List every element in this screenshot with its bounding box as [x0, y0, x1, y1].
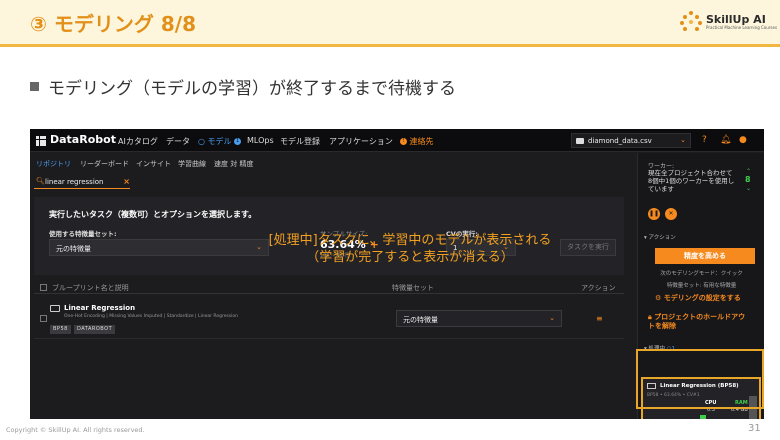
- row-featureset-select[interactable]: 元の特徴量 ⌄: [396, 310, 562, 327]
- models-badge: 1: [234, 138, 242, 145]
- unlock-holdout-link[interactable]: 🔒︎ プロジェクトのホールドアウ トを解除: [648, 313, 745, 331]
- cpu-spark-block: [700, 415, 706, 419]
- model-name: Linear Regression: [64, 304, 136, 312]
- dataset-name: diamond_data.csv: [588, 137, 652, 145]
- actions-label: ▾ アクション: [644, 235, 676, 241]
- model-description: One-Hot Encoding | Missing Values Impute…: [64, 314, 239, 319]
- stop-icon[interactable]: ✕: [665, 208, 677, 220]
- configure-modeling-link[interactable]: ⚙ モデリングの設定をする: [655, 294, 741, 303]
- subnav-leaderboard[interactable]: リーダーボード: [80, 159, 129, 169]
- annotation: [処理中]タスクに、学習中のモデルが表示される （学習が完了すると表示が消える）: [220, 232, 600, 266]
- processing-highlight-box: [636, 349, 764, 409]
- top-navigation: DataRobot AIカタログ データ ○ モデル 1 MLOps モデル登録…: [30, 129, 764, 152]
- nav-mlops[interactable]: MLOps: [247, 136, 274, 145]
- nav-model-registry[interactable]: モデル登録: [280, 136, 320, 147]
- blueprint-icon: [50, 305, 60, 312]
- lock-icon: 🔒︎: [648, 313, 652, 321]
- subnav-repository[interactable]: リポジトリ: [36, 159, 71, 169]
- col-blueprint: ブループリント名と説明: [52, 284, 129, 292]
- chevron-down-icon: ⌄: [549, 314, 555, 322]
- nav-contact[interactable]: ! 連絡先: [400, 136, 434, 147]
- workers-count: 8: [745, 175, 751, 184]
- folder-icon: [576, 138, 584, 144]
- col-action: アクション: [581, 284, 616, 292]
- annotation-line-1: [処理中]タスクに、学習中のモデルが表示される: [268, 233, 552, 248]
- slide: ③ モデリング 8/8 SkillUp AI Practical Machine…: [0, 0, 780, 440]
- bell-icon[interactable]: 🔔︎: [720, 135, 731, 145]
- logo-name: SkillUp AI: [706, 12, 766, 26]
- title-bar: ③ モデリング 8/8 SkillUp AI Practical Machine…: [0, 0, 780, 44]
- logo-tagline: Practical Machine Learning Courses: [706, 24, 778, 30]
- search-input[interactable]: 🔍︎ linear regression ×: [34, 175, 130, 189]
- bullet-square-icon: [30, 82, 39, 91]
- bullet-text: モデリング（モデルの学習）が終了するまで待機する: [48, 79, 456, 99]
- workers-text-2: 8個中1個のワーカーを使用し: [648, 177, 735, 185]
- nav-data[interactable]: データ: [166, 136, 190, 147]
- title-divider: [0, 44, 780, 47]
- clear-search-icon[interactable]: ×: [123, 177, 130, 186]
- col-featureset: 特徴量セット: [392, 284, 434, 292]
- select-all-checkbox[interactable]: [40, 284, 47, 291]
- nav-ai-catalog[interactable]: AIカタログ: [118, 136, 158, 147]
- search-value: linear regression: [45, 178, 104, 186]
- row-checkbox[interactable]: [40, 315, 47, 322]
- gear-icon: ⚙: [655, 294, 662, 302]
- annotation-line-2: （学習が完了すると表示が消える）: [306, 250, 514, 265]
- copyright-footer: Copyright © SkillUp AI. All rights reser…: [6, 426, 145, 434]
- bullet-point: モデリング（モデルの学習）が終了するまで待機する: [30, 74, 456, 99]
- row-menu-icon[interactable]: ≡: [596, 314, 603, 323]
- featureset-info: 特徴量セット: 有用な特徴量: [666, 283, 737, 289]
- app-grid-icon[interactable]: [36, 136, 46, 146]
- pause-icon[interactable]: ❚❚: [648, 208, 660, 220]
- datarobot-logo[interactable]: DataRobot: [50, 133, 116, 146]
- page-number: 31: [748, 423, 761, 434]
- dataset-selector[interactable]: diamond_data.csv ⌄: [571, 133, 691, 148]
- project-subnav: リポジトリ リーダーボード インサイト 学習曲線 速度 対 精度: [30, 153, 630, 173]
- chevron-down-icon: ⌄: [680, 136, 686, 144]
- nav-models[interactable]: ○ モデル 1: [198, 136, 242, 147]
- tag-datarobot: DATAROBOT: [74, 325, 116, 334]
- workers-text-3: ています: [648, 185, 674, 193]
- subnav-speed-accuracy[interactable]: 速度 対 精度: [214, 159, 253, 169]
- workers-down-icon[interactable]: ⌄: [746, 185, 751, 192]
- logo-mark-icon: [680, 11, 702, 33]
- next-modeling-mode: 次のモデリングモード：クイック: [660, 271, 743, 277]
- workers-up-icon[interactable]: ⌃: [746, 168, 751, 175]
- task-panel-title: 実行したいタスク（複数可）とオプションを選択します。: [49, 210, 257, 219]
- featureset-label: 使用する特徴量セット:: [49, 230, 117, 238]
- help-icon[interactable]: ?: [702, 135, 707, 145]
- table-row: Linear Regression One-Hot Encoding | Mis…: [34, 297, 624, 339]
- slide-title: ③ モデリング 8/8: [30, 12, 196, 36]
- improve-accuracy-button[interactable]: 精度を高める: [655, 248, 755, 264]
- user-icon[interactable]: ●: [739, 135, 747, 145]
- skillup-logo: SkillUp AI Practical Machine Learning Co…: [680, 11, 777, 33]
- nav-applications[interactable]: アプリケーション: [329, 136, 393, 147]
- workers-text-1: 現在全プロジェクト合わせて: [648, 169, 733, 177]
- search-icon: 🔍︎: [36, 177, 45, 185]
- subnav-learning-curve[interactable]: 学習曲線: [178, 159, 206, 169]
- alert-icon: !: [400, 138, 407, 145]
- subnav-insights[interactable]: インサイト: [136, 159, 171, 169]
- table-header: ブループリント名と説明 特徴量セット アクション: [34, 280, 624, 294]
- tag-bp: BP58: [50, 325, 71, 334]
